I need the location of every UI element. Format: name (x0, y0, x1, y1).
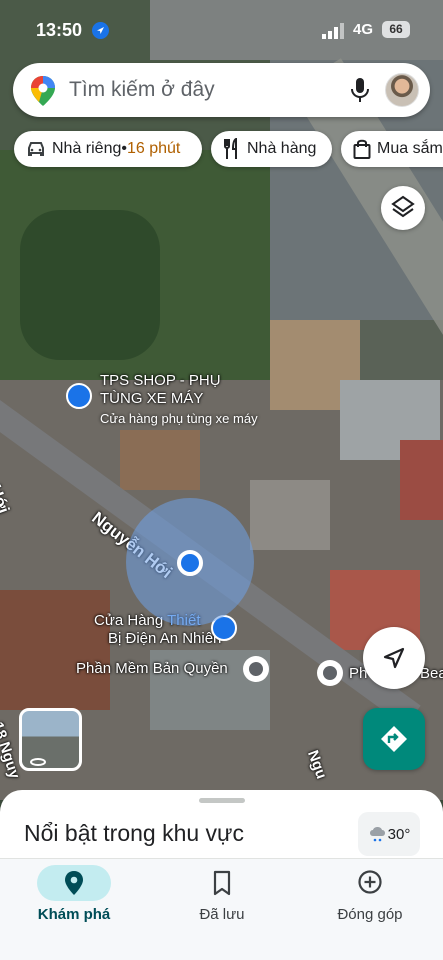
chip-shopping-label: Mua sắm (377, 140, 443, 157)
place-marker-icon[interactable] (243, 656, 269, 682)
explore-pin-icon (65, 871, 83, 895)
signal-icon (322, 23, 344, 39)
place-marker-icon[interactable] (317, 660, 343, 686)
rotate-360-icon (30, 758, 46, 766)
chip-home[interactable]: Nhà riêng • 16 phút (14, 131, 202, 167)
chip-shopping[interactable]: Mua sắm (341, 131, 443, 167)
directions-icon (381, 726, 407, 752)
weather-temp: 30° (387, 825, 411, 843)
poi-phan-mem-name[interactable]: Phần Mềm Bản Quyền (76, 660, 228, 678)
poi-tps-shop-category: Cửa hàng phụ tùng xe máy (100, 411, 258, 426)
bottom-nav: Khám phá Đã lưu Đóng góp (0, 858, 443, 960)
nav-contribute[interactable]: Đóng góp (296, 859, 443, 960)
shopping-marker-icon[interactable] (66, 383, 92, 409)
location-arrow-icon (92, 22, 109, 39)
search-bar[interactable]: Tìm kiếm ở đây (13, 63, 430, 117)
poi-tps-shop-name[interactable]: TPS SHOP - PHỤ TÙNG XE MÁY (100, 372, 221, 408)
battery-icon: 66 (382, 21, 410, 38)
bookmark-icon (213, 870, 231, 896)
status-time: 13:50 (36, 20, 83, 40)
my-location-button[interactable] (363, 627, 425, 689)
google-maps-pin-icon (31, 76, 55, 106)
nav-explore[interactable]: Khám phá (0, 859, 148, 960)
account-avatar[interactable] (385, 73, 419, 107)
weather-badge[interactable]: 30° (358, 812, 420, 856)
poi-name-line2: Bị Điện An Nhiên (108, 630, 222, 647)
layers-icon (391, 195, 415, 218)
shopping-bag-icon (353, 139, 371, 159)
nav-contribute-label: Đóng góp (337, 906, 403, 923)
layers-button[interactable] (381, 186, 425, 230)
street-view-thumbnail[interactable] (19, 708, 82, 771)
poi-name-line2: TÙNG XE MÁY (100, 390, 204, 407)
navigation-arrow-icon (383, 647, 405, 669)
chip-home-eta: 16 phút (126, 140, 181, 157)
network-type: 4G (353, 21, 374, 38)
poi-name-line1: TPS SHOP - PHỤ (100, 372, 221, 389)
restaurant-icon (224, 138, 237, 159)
sheet-title: Nổi bật trong khu vực (24, 820, 244, 846)
directions-button[interactable] (363, 708, 425, 770)
sheet-drag-handle[interactable] (199, 798, 245, 803)
search-placeholder[interactable]: Tìm kiếm ở đây (69, 78, 215, 102)
nav-saved[interactable]: Đã lưu (148, 859, 296, 960)
nav-saved-label: Đã lưu (199, 906, 245, 923)
chip-restaurants-label: Nhà hàng (247, 140, 317, 157)
chip-restaurants[interactable]: Nhà hàng (211, 131, 332, 167)
current-location-dot (177, 550, 203, 576)
add-circle-icon (358, 870, 382, 894)
nav-explore-label: Khám phá (37, 906, 111, 923)
status-bar: 13:50 4G 66 (0, 0, 443, 58)
microphone-icon[interactable] (350, 77, 370, 103)
cloud-rain-icon (369, 827, 385, 842)
car-icon (28, 142, 44, 156)
chip-home-label: Nhà riêng (52, 140, 122, 157)
